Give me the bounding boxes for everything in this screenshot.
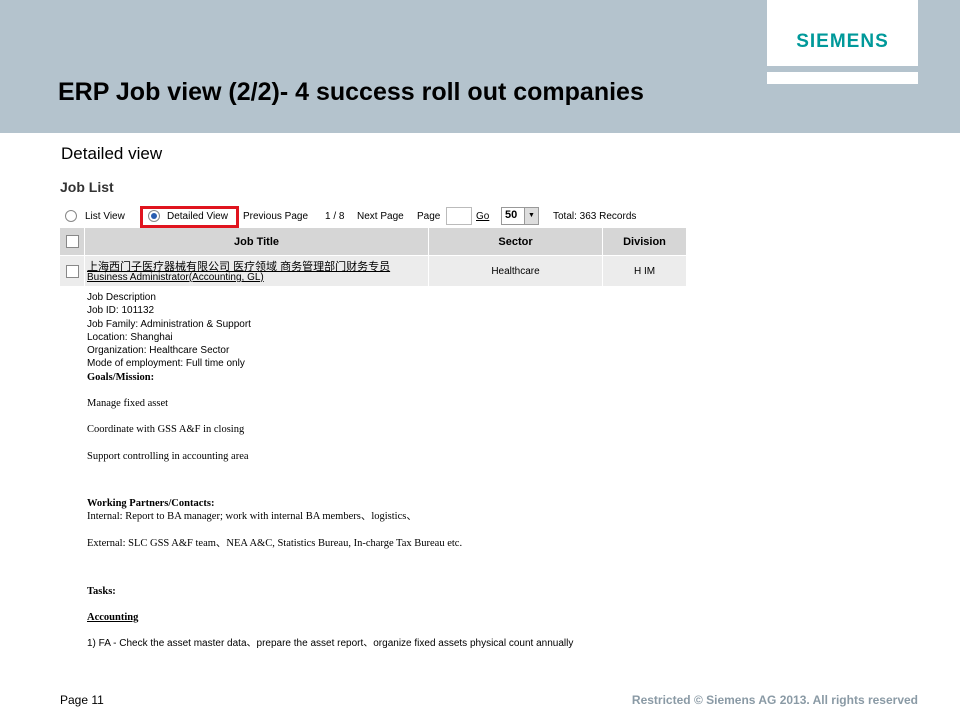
row-checkbox[interactable]	[66, 265, 79, 278]
header-job-title[interactable]: Job Title	[85, 228, 429, 255]
table-row: 上海西门子医疗器械有限公司 医疗领域 商务管理部门财务专员 Business A…	[60, 256, 686, 286]
per-page-value: 50	[505, 209, 518, 221]
detailed-view-label[interactable]: Detailed View	[167, 211, 228, 222]
header-division[interactable]: Division	[603, 228, 686, 255]
job-family: Job Family: Administration & Support	[87, 318, 251, 330]
job-details: Job Description Job ID: 101132 Job Famil…	[87, 291, 573, 651]
select-all-checkbox[interactable]	[66, 235, 79, 248]
job-list-title: Job List	[60, 179, 114, 195]
goal-2: Coordinate with GSS A&F in closing	[87, 424, 245, 436]
job-description-heading: Job Description	[87, 292, 156, 303]
tasks-heading: Tasks:	[87, 585, 116, 597]
go-link[interactable]: Go	[476, 211, 489, 222]
internal-contacts: Internal: Report to BA manager; work wit…	[87, 511, 417, 523]
partners-heading: Working Partners/Contacts:	[87, 497, 215, 509]
slide-title: ERP Job view (2/2)- 4 success roll out c…	[58, 78, 644, 106]
goals-heading: Goals/Mission:	[87, 371, 155, 383]
list-view-label[interactable]: List View	[85, 211, 125, 222]
per-page-select[interactable]: 50 ▼	[501, 207, 539, 225]
page-counter: 1 / 8	[325, 211, 345, 222]
copyright-footer: Restricted © Siemens AG 2013. All rights…	[631, 693, 918, 707]
accounting-heading: Accounting	[87, 612, 139, 624]
job-id: Job ID: 101132	[87, 305, 155, 317]
next-page-link[interactable]: Next Page	[357, 211, 404, 222]
job-organization: Organization: Healthcare Sector	[87, 345, 230, 357]
task-1: 1) FA - Check the asset master data、prep…	[87, 638, 574, 650]
row-checkbox-cell	[60, 256, 85, 286]
row-division: H IM	[633, 266, 656, 277]
list-view-radio[interactable]	[65, 210, 77, 222]
page-number-input[interactable]	[446, 207, 472, 225]
dropdown-arrow-icon[interactable]: ▼	[524, 208, 538, 224]
job-title-en-link[interactable]: Business Administrator(Accounting, GL)	[87, 272, 264, 283]
siemens-logo: SIEMENS	[767, 0, 918, 66]
goal-1: Manage fixed asset	[87, 398, 169, 410]
sector-column-label: Sector	[498, 236, 533, 248]
job-list-toolbar: List View Detailed View Previous Page 1 …	[60, 206, 690, 228]
division-column-label: Division	[623, 236, 666, 248]
detailed-view-radio[interactable]	[148, 210, 160, 222]
page-label: Page	[417, 211, 441, 222]
row-sector-cell: Healthcare	[429, 256, 603, 286]
job-list-screenshot: Job List List View Detailed View Previou…	[60, 177, 690, 669]
goal-3: Support controlling in accounting area	[87, 450, 249, 462]
total-records: Total: 363 Records	[553, 211, 637, 222]
employment-mode: Mode of employment: Full time only	[87, 358, 245, 370]
header-checkbox-cell	[60, 228, 85, 255]
external-contacts: External: SLC GSS A&F team、NEA A&C, Stat…	[87, 537, 463, 549]
previous-page-link[interactable]: Previous Page	[243, 211, 308, 222]
logo-text: SIEMENS	[796, 31, 889, 52]
header-sector[interactable]: Sector	[429, 228, 603, 255]
row-sector: Healthcare	[491, 266, 540, 277]
job-title-column-label: Job Title	[233, 236, 280, 248]
row-job-title-cell: 上海西门子医疗器械有限公司 医疗领域 商务管理部门财务专员 Business A…	[85, 256, 429, 286]
table-header: Job Title Sector Division	[60, 228, 686, 255]
page-number: Page 11	[60, 693, 104, 707]
row-division-cell: H IM	[603, 256, 686, 286]
slide-subtitle: Detailed view	[61, 144, 163, 163]
job-location: Location: Shanghai	[87, 331, 173, 343]
logo-strip	[767, 72, 918, 84]
